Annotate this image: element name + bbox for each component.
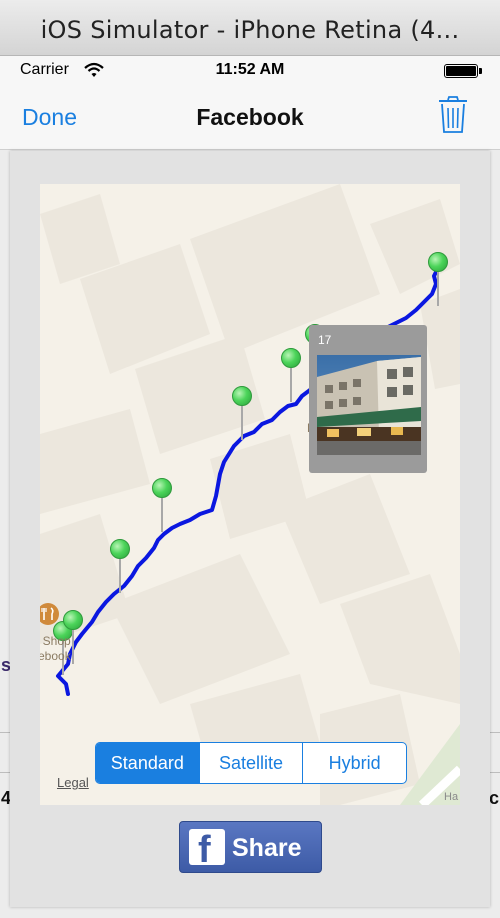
restaurant-icon[interactable]: [40, 602, 60, 626]
status-time: 11:52 AM: [215, 61, 285, 78]
share-label: Share: [232, 834, 302, 862]
facebook-logo-letter: f: [198, 829, 211, 865]
map-pin[interactable]: [428, 252, 448, 306]
navigation-bar: Done Facebook: [0, 86, 500, 150]
map-pin[interactable]: [110, 539, 130, 593]
map-pin[interactable]: [152, 478, 172, 532]
segment-satellite[interactable]: Satellite: [198, 743, 303, 783]
background-peek-text: c: [489, 788, 500, 808]
road-label: Ha: [444, 791, 459, 803]
facebook-logo-icon: f: [189, 829, 225, 865]
map-base: Ha: [40, 184, 460, 805]
map-view[interactable]: Ha t Shop ebook Pl 17: [40, 184, 460, 805]
legal-link[interactable]: Legal: [57, 775, 89, 790]
segment-standard[interactable]: Standard: [96, 743, 199, 783]
callout-title: 17: [318, 333, 332, 347]
battery-icon: [444, 64, 482, 78]
facebook-share-button[interactable]: f Share: [179, 821, 322, 873]
poi-label: t Shop: [40, 634, 71, 648]
status-bar: Carrier 11:52 AM: [0, 56, 500, 86]
simulator-window-title: iOS Simulator - iPhone Retina (4...: [40, 16, 460, 44]
segment-hybrid[interactable]: Hybrid: [302, 743, 406, 783]
simulator-titlebar: iOS Simulator - iPhone Retina (4...: [0, 0, 500, 56]
trash-icon[interactable]: [437, 96, 469, 134]
callout-photo[interactable]: [317, 355, 421, 455]
map-type-segmented-control[interactable]: Standard Satellite Hybrid: [95, 742, 407, 784]
share-sheet: Ha t Shop ebook Pl 17: [10, 151, 490, 907]
map-pin[interactable]: [281, 348, 301, 402]
map-pin[interactable]: [232, 386, 252, 440]
poi-label: ebook: [40, 649, 71, 663]
done-button[interactable]: Done: [22, 104, 77, 131]
photo-callout[interactable]: 17: [309, 325, 427, 473]
